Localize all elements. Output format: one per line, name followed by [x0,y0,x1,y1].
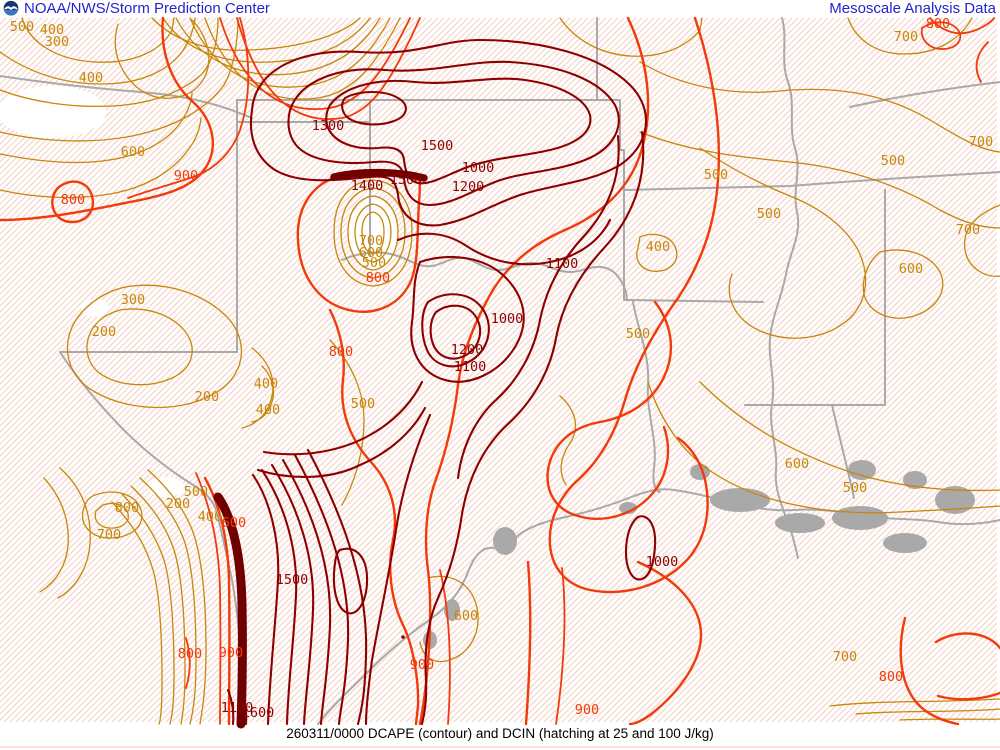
contour-label: 400 [254,376,278,392]
contour-label: 900 [575,702,599,718]
contour-label: 700 [97,527,121,543]
contour-label: 200 [195,389,219,405]
contour-label: 1500 [390,172,423,188]
contour-label: 400 [198,509,222,525]
contour-label: 800 [61,192,85,208]
contour-label: 500 [757,206,781,222]
contour-label: 500 [351,396,375,412]
contour-label: 500 [10,19,34,35]
contour-label: 500 [362,255,386,271]
contour-label: 1500 [421,138,454,154]
contour-label: 900 [219,645,243,661]
contour-label: 500 [881,153,905,169]
contour-label: 1200 [451,342,484,358]
contour-label: 1000 [646,554,679,570]
contour-label: 1100 [546,256,579,272]
contour-label: 800 [879,669,903,685]
contour-label: 600 [899,261,923,277]
contour-label: 700 [894,29,918,45]
contour-label: 1100 [454,359,487,375]
contour-label: 700 [833,649,857,665]
contour-label: 500 [704,167,728,183]
contour-label: 700 [969,134,993,150]
contour-label: 600 [785,456,809,472]
contour-label: 900 [174,168,198,184]
dcin-hatching-layer [0,18,997,722]
contour-label: 200 [92,324,116,340]
mesoanalysis-map: 5004003004006009008003002004004002005008… [0,0,1000,750]
contour-label: 800 [926,16,950,32]
contour-label: 600 [222,515,246,531]
contour-label: 400 [646,239,670,255]
contour-label: 700 [956,222,980,238]
contour-label: 800 [329,344,353,360]
contour-label: 900 [410,657,434,673]
contour-label: 300 [45,34,69,50]
contour-label: 800 [115,500,139,516]
contour-label: 500 [843,480,867,496]
contour-label: 200 [166,496,190,512]
contour-label: 1500 [276,572,309,588]
contour-label: 600 [454,608,478,624]
weather-map-svg: 5004003004006009008003002004004002005008… [0,0,1000,750]
contour-label: 500 [626,326,650,342]
contour-label: 1000 [462,160,495,176]
contour-label: 1100 [221,700,254,716]
contour-label: 800 [178,646,202,662]
contour-label: 1200 [452,179,485,195]
contour-label: 400 [79,70,103,86]
map-caption: 260311/0000 DCAPE (contour) and DCIN (ha… [0,726,1000,741]
contour-label: 300 [121,292,145,308]
contour-label: 1400 [351,178,384,194]
contour-label: 1000 [491,311,524,327]
contour-label: 600 [121,144,145,160]
contour-label: 800 [366,270,390,286]
contour-label: 400 [256,402,280,418]
spc-mesoanalysis-page: NOAA/NWS/Storm Prediction Center Mesosca… [0,0,1000,750]
contour-label: 1300 [312,118,345,134]
